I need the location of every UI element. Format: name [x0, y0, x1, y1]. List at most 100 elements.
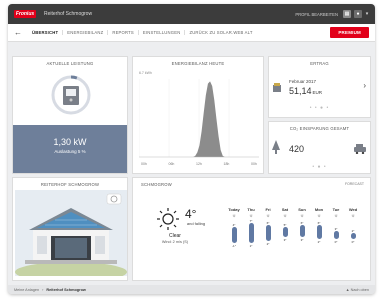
app-window: Fronius Reiterhof Schmogrow PROFIL BEARB… [8, 4, 375, 294]
forecast-low: 2° [317, 240, 321, 244]
forecast-day-name: Wed [348, 207, 358, 212]
back-to-top-link[interactable]: ▲ Nach oben [346, 288, 369, 292]
carousel-dots[interactable]: • • ● • [269, 105, 370, 111]
forecast-link[interactable]: FORECAST [345, 182, 364, 186]
site-name: Reiterhof Schmogrow [44, 11, 93, 17]
energy-y-label: 6.7 kWh [139, 71, 152, 75]
sun-icon [157, 208, 179, 230]
tab-back-old-solarweb[interactable]: ZURÜCK ZU SOLAR.WEB ALT [184, 30, 256, 35]
weather-condition: Clear [169, 233, 181, 239]
forecast-low: 3° [283, 238, 287, 242]
forecast-day-name: Tue [332, 207, 340, 212]
house-illustration [15, 190, 127, 276]
temperature-trend: and falling [186, 221, 206, 226]
sun-icon: ☼ [299, 213, 305, 219]
tree-icon [272, 140, 280, 154]
grid-menu-icon[interactable]: ▦ [343, 10, 351, 18]
temperature-range: 6° 2° [316, 221, 322, 253]
tab-list: ÜBERSICHT ENERGIEBILANZ REPORTS EINSTELL… [28, 30, 257, 35]
power-card[interactable]: AKTUELLE LEISTUNG 1,30 kW Auslastung 5 % [12, 56, 128, 174]
yield-value: 51,14EUR [289, 86, 322, 96]
x-tick-label: 00h [141, 162, 147, 166]
sun-icon: ☼ [350, 213, 356, 219]
breadcrumb-current: Reiterhof Schmogrow [46, 287, 86, 292]
sun-icon: ☼ [231, 213, 237, 219]
power-utilization: Auslastung 5 % [54, 149, 86, 154]
temperature-bar [350, 233, 356, 239]
tab-reports[interactable]: REPORTS [107, 30, 138, 35]
tab-energy-balance[interactable]: ENERGIEBILANZ [62, 30, 107, 35]
forecast-day-name: Today [228, 207, 240, 212]
co2-card[interactable]: CO₂ EINSPARUNG GESAMT 420 • ● • [268, 121, 371, 174]
weather-card[interactable]: SCHMOGROW FORECAST 4° and falling Clear … [132, 177, 371, 281]
x-tick-label: 12h [196, 162, 202, 166]
forecast-day: Mon ☼ 6° 2° [312, 207, 326, 253]
weather-title: SCHMOGROW [141, 182, 172, 187]
x-tick-label: 00h [251, 162, 257, 166]
x-tick-label: 06h [169, 162, 175, 166]
co2-carousel-dots[interactable]: • ● • [269, 164, 370, 170]
temperature-range: 6° 3° [299, 221, 305, 253]
yield-card[interactable]: ERTRAG Februar 2017 51,14EUR › • • ● • [268, 56, 371, 118]
temperature-bar [231, 227, 237, 243]
back-arrow-icon[interactable]: ← [14, 28, 22, 37]
temperature-range: 5° 3° [282, 221, 288, 253]
forecast-low: 3° [300, 238, 304, 242]
car-icon [354, 144, 366, 154]
house-card-title: REITERHOF SCHMOGROW [40, 182, 100, 187]
forecast-day-name: Thu [247, 207, 255, 212]
energy-card-title: ENERGIEBILANZ HEUTE [171, 61, 225, 66]
co2-card-title: CO₂ EINSPARUNG GESAMT [289, 126, 350, 131]
forecast-day-name: Sat [281, 207, 289, 212]
fronius-logo[interactable]: Fronius [14, 10, 36, 18]
forecast-low: 1° [249, 244, 253, 248]
user-icon[interactable]: ● [354, 10, 362, 18]
power-value: 1,30 kW [53, 137, 87, 147]
breadcrumb-root[interactable]: Meine Anlagen [14, 288, 39, 292]
house-card[interactable]: REITERHOF SCHMOGROW [12, 177, 128, 281]
forecast-low: 2° [266, 242, 270, 246]
temperature-range: 4° -1° [231, 221, 237, 253]
forecast-low: -1° [232, 244, 236, 248]
edit-profile-link[interactable]: PROFIL BEARBEITEN [295, 12, 338, 17]
forecast-day-name: Mon [314, 207, 324, 212]
back-to-top-label: Nach oben [350, 287, 369, 292]
temperature-bar [282, 227, 288, 237]
power-card-title: AKTUELLE LEISTUNG [46, 61, 94, 66]
chevron-down-icon[interactable]: ▾ [365, 10, 369, 18]
forecast-day: Wed ☼ 2° 0° [346, 207, 360, 253]
next-arrow-icon[interactable]: › [363, 81, 366, 90]
power-value-panel: 1,30 kW Auslastung 5 % [13, 125, 127, 173]
forecast-day-name: Sun [298, 207, 306, 212]
premium-button[interactable]: PREMIUM [330, 27, 369, 38]
forecast-day: Sun ☼ 6° 3° [295, 207, 309, 253]
temperature-bar [333, 231, 339, 239]
temperature-bar [265, 225, 271, 241]
forecast-day: Thu ☼ 7° 1° [244, 207, 258, 253]
forecast-day: Tue ☼ 3° 0° [329, 207, 343, 253]
wallet-icon [273, 83, 281, 92]
nav-bar: ← ÜBERSICHT ENERGIEBILANZ REPORTS EINSTE… [8, 24, 375, 42]
tab-settings[interactable]: EINSTELLUNGEN [137, 30, 185, 35]
energy-chart: 00h 06h 12h 18h 00h [139, 79, 259, 166]
current-temperature: 4° [185, 207, 197, 221]
energy-balance-card[interactable]: ENERGIEBILANZ HEUTE 6.7 kWh 00h 06h 12h 18h… [132, 56, 264, 174]
forecast-days: Today ☼ 4° -1° Thu ☼ 7° 1° Fri ☼ 6° 2° Sat ☼ 5° 3° Sun ☼ 6… [227, 207, 365, 267]
inverter-icon [51, 75, 91, 115]
forecast-day: Fri ☼ 6° 2° [261, 207, 275, 253]
yield-unit: EUR [312, 90, 323, 95]
yield-card-title: ERTRAG [310, 61, 329, 66]
yield-date: Februar 2017 [289, 79, 317, 84]
x-tick-label: 18h [224, 162, 230, 166]
sun-icon: ☼ [265, 213, 271, 219]
tab-overview[interactable]: ÜBERSICHT [28, 30, 62, 35]
top-bar: Fronius Reiterhof Schmogrow PROFIL BEARB… [8, 4, 375, 24]
temperature-range: 3° 0° [333, 221, 339, 253]
temperature-bar [299, 225, 305, 237]
forecast-day-name: Fri [265, 207, 271, 212]
energy-area-series [191, 81, 227, 157]
yield-number: 51,14 [289, 86, 312, 96]
breadcrumb-separator-icon: › [42, 287, 44, 292]
forecast-day: Today ☼ 4° -1° [227, 207, 241, 253]
temperature-bar [248, 223, 254, 243]
